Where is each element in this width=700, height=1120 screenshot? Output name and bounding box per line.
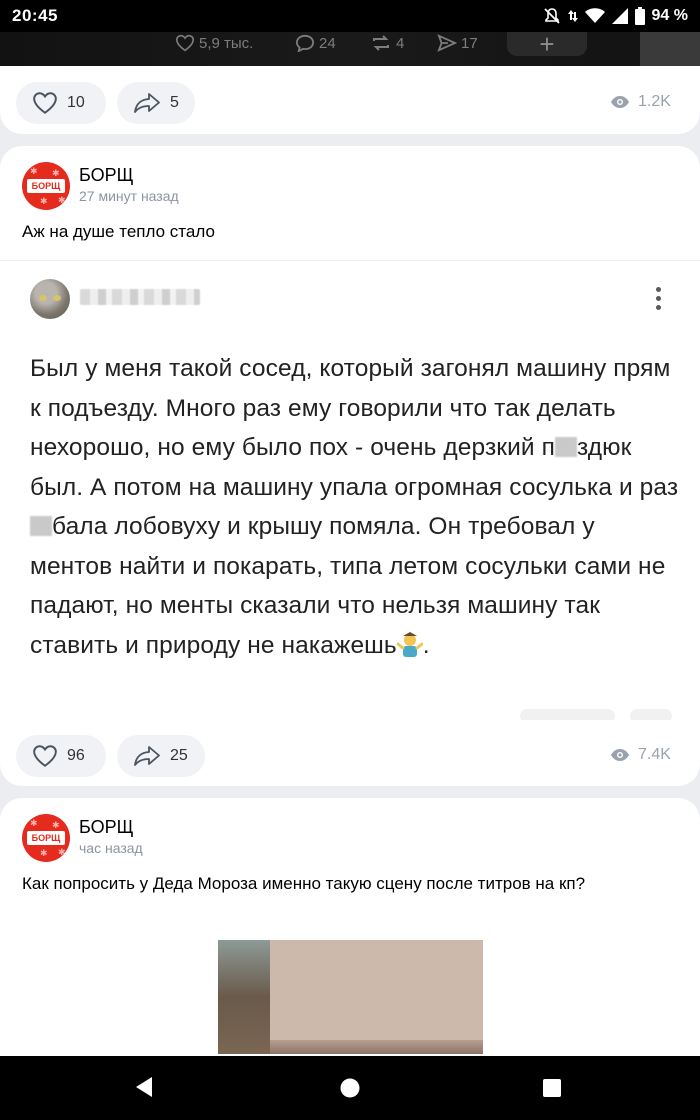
eye-icon <box>611 96 629 108</box>
share-button[interactable]: 5 <box>117 82 195 124</box>
signal-icon <box>611 8 628 24</box>
comment-icon <box>295 34 315 52</box>
author-name[interactable]: БОРЩ <box>79 817 134 838</box>
repost-image-strip: 5,9 тыс. 24 4 17 + <box>0 31 700 66</box>
blurred-username <box>80 289 200 305</box>
post-card: ✱ ✱ ✱ ✱ БОРЩ БОРЩ час назад Как попросит… <box>0 798 700 1068</box>
mute-icon <box>543 8 560 24</box>
post-time: 27 минут назад <box>79 188 179 204</box>
previous-post-footer: 10 5 1.2K <box>0 66 700 134</box>
wifi-icon <box>584 8 605 23</box>
back-icon[interactable] <box>134 1076 154 1098</box>
share-arrow-icon <box>134 746 160 766</box>
view-count: 7.4K <box>610 746 671 764</box>
shrug-emoji-icon <box>396 631 423 657</box>
strip-comments: 24 <box>295 34 336 52</box>
repost-icon <box>373 35 389 51</box>
strip-reposts: 4 <box>370 34 404 52</box>
heart-icon <box>33 745 57 767</box>
status-time: 20:45 <box>12 6 58 25</box>
strip-likes: 5,9 тыс. <box>175 34 253 52</box>
share-arrow-icon <box>134 93 160 113</box>
share-count: 5 <box>170 94 179 111</box>
data-arrows-icon <box>567 10 578 22</box>
view-count: 1.2K <box>610 93 671 111</box>
cat-avatar <box>30 279 70 319</box>
system-nav-bar <box>0 1056 700 1120</box>
avatar-label: БОРЩ <box>27 179 65 193</box>
home-icon[interactable] <box>339 1077 361 1099</box>
recents-icon[interactable] <box>542 1078 562 1098</box>
censor-block <box>554 437 577 457</box>
avatar[interactable]: ✱ ✱ ✱ ✱ БОРЩ <box>22 162 70 210</box>
post-time: час назад <box>79 840 143 856</box>
status-bar: 20:45 94 % <box>0 0 700 32</box>
avatar[interactable]: ✱ ✱ ✱ ✱ БОРЩ <box>22 814 70 862</box>
eye-icon <box>611 749 629 761</box>
strip-shares: 17 <box>437 34 478 52</box>
more-options-icon <box>656 285 661 312</box>
post-text: Как попросить у Деда Мороза именно такую… <box>22 874 586 893</box>
battery-icon <box>634 7 645 25</box>
send-icon <box>437 34 457 52</box>
post-screenshot-image[interactable]: Был у меня такой сосед, который загонял … <box>0 260 700 720</box>
like-button[interactable]: 96 <box>16 735 106 777</box>
heart-icon <box>175 34 195 52</box>
share-count: 25 <box>170 747 188 764</box>
like-count: 10 <box>67 94 85 111</box>
post-image[interactable] <box>218 940 483 1054</box>
post-card: ✱ ✱ ✱ ✱ БОРЩ БОРЩ 27 минут назад Аж на д… <box>0 146 700 786</box>
like-button[interactable]: 10 <box>16 82 106 124</box>
post-text: Аж на душе тепло стало <box>22 222 215 241</box>
share-button[interactable]: 25 <box>117 735 205 777</box>
plus-button[interactable]: + <box>507 31 587 57</box>
author-name[interactable]: БОРЩ <box>79 165 134 186</box>
censor-block <box>30 516 52 536</box>
like-count: 96 <box>67 747 85 764</box>
battery-percent: 94 % <box>651 7 688 24</box>
avatar-label: БОРЩ <box>27 831 65 845</box>
heart-icon <box>33 92 57 114</box>
screenshot-text: Был у меня такой сосед, который загонял … <box>30 355 679 659</box>
